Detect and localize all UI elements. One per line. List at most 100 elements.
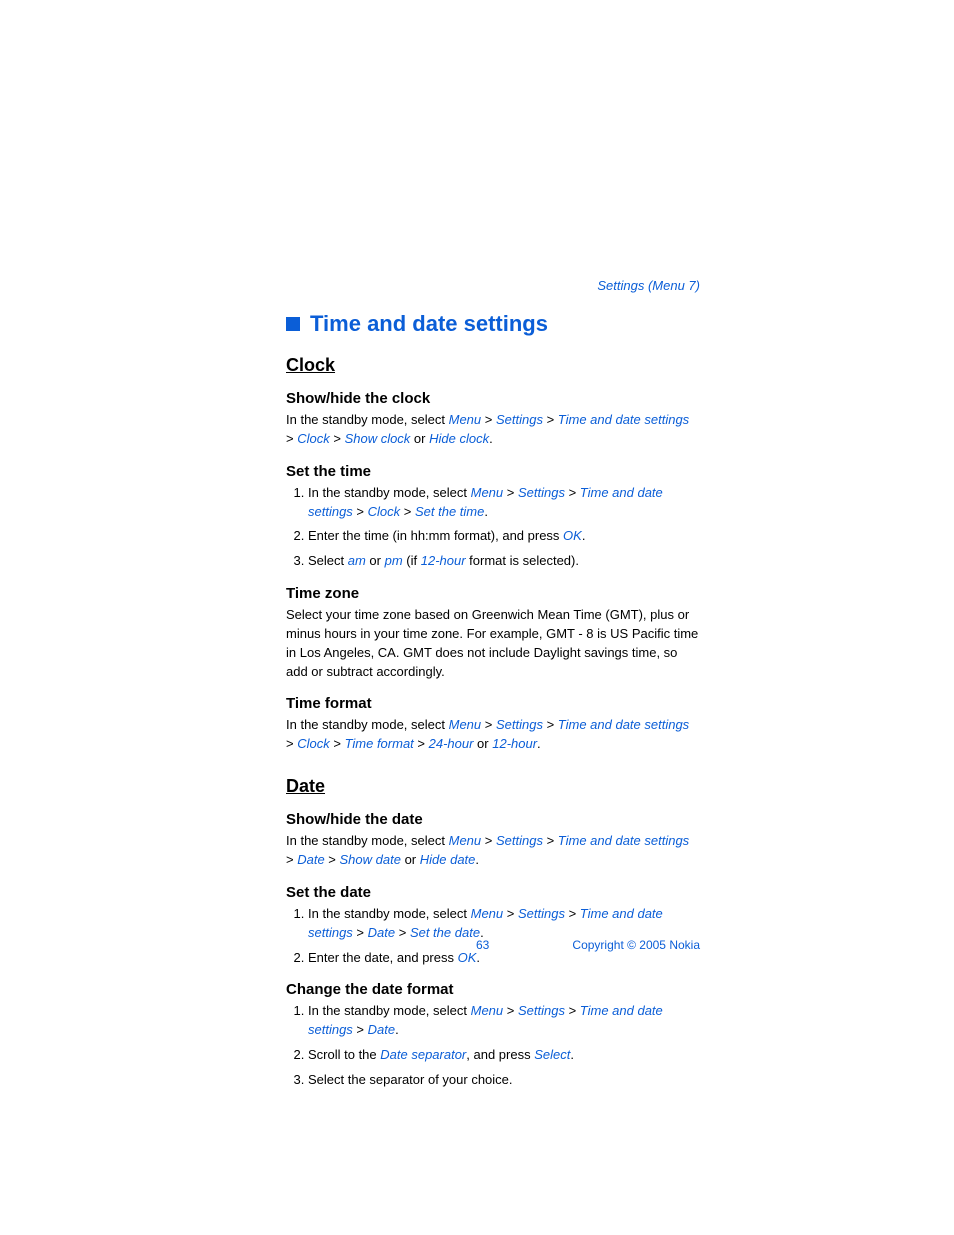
menu-path-item: Settings xyxy=(518,906,565,921)
menu-path-item: Time and date settings xyxy=(558,717,689,732)
step-item: In the standby mode, select Menu > Setti… xyxy=(308,905,700,943)
subheading-time-zone: Time zone xyxy=(286,585,700,602)
text: Select xyxy=(308,553,348,568)
steps-change-date-format: In the standby mode, select Menu > Setti… xyxy=(286,1002,700,1089)
menu-path-item: 12-hour xyxy=(421,553,466,568)
subheading-change-date-format: Change the date format xyxy=(286,981,700,998)
text: . xyxy=(537,736,541,751)
text: . xyxy=(475,852,479,867)
text: format is selected). xyxy=(466,553,579,568)
text: > xyxy=(330,736,345,751)
page-title-row: Time and date settings xyxy=(286,311,700,337)
menu-path-item: Show date xyxy=(340,852,401,867)
para-time-zone: Select your time zone based on Greenwich… xyxy=(286,606,700,681)
text: In the standby mode, select xyxy=(286,412,449,427)
page-footer: 63 Copyright © 2005 Nokia xyxy=(286,938,700,952)
copyright-text: Copyright © 2005 Nokia xyxy=(572,938,700,952)
text: In the standby mode, select xyxy=(286,833,449,848)
para-show-hide-date: In the standby mode, select Menu > Setti… xyxy=(286,832,700,870)
steps-set-time: In the standby mode, select Menu > Setti… xyxy=(286,484,700,571)
bullet-square-icon xyxy=(286,317,300,331)
text: > xyxy=(481,833,496,848)
step-item: In the standby mode, select Menu > Setti… xyxy=(308,484,700,522)
menu-path-item: Date xyxy=(368,1022,395,1037)
subheading-set-date: Set the date xyxy=(286,884,700,901)
menu-path-item: Settings xyxy=(496,412,543,427)
text: > xyxy=(353,1022,368,1037)
text: , and press xyxy=(466,1047,534,1062)
text: . xyxy=(582,528,586,543)
text: > xyxy=(400,504,415,519)
text: . xyxy=(570,1047,574,1062)
text: > xyxy=(481,412,496,427)
para-time-format: In the standby mode, select Menu > Setti… xyxy=(286,716,700,754)
menu-path-item: Menu xyxy=(449,412,482,427)
steps-set-date: In the standby mode, select Menu > Setti… xyxy=(286,905,700,968)
text: In the standby mode, select xyxy=(308,906,471,921)
menu-path-item: Settings xyxy=(518,1003,565,1018)
text: . xyxy=(484,504,488,519)
menu-path-item: 12-hour xyxy=(492,736,537,751)
menu-path-item: Clock xyxy=(297,736,330,751)
text: In the standby mode, select xyxy=(286,717,449,732)
menu-path-item: pm xyxy=(385,553,403,568)
text: > xyxy=(543,412,558,427)
text: (if xyxy=(403,553,421,568)
para-show-hide-clock: In the standby mode, select Menu > Setti… xyxy=(286,411,700,449)
text: > xyxy=(565,485,580,500)
text: > xyxy=(543,833,558,848)
menu-path-item: Hide clock xyxy=(429,431,489,446)
text: Enter the time (in hh:mm format), and pr… xyxy=(308,528,563,543)
menu-path-item: 24-hour xyxy=(429,736,474,751)
text: > xyxy=(565,1003,580,1018)
menu-path-item: Time format xyxy=(345,736,414,751)
step-item: Select am or pm (if 12-hour format is se… xyxy=(308,552,700,571)
section-heading-date: Date xyxy=(286,776,700,797)
text: or xyxy=(401,852,420,867)
menu-path-item: am xyxy=(348,553,366,568)
menu-path-item: Date xyxy=(297,852,324,867)
text: > xyxy=(353,504,368,519)
menu-path-item: Time and date settings xyxy=(558,833,689,848)
menu-path-item: OK xyxy=(563,528,582,543)
step-item: Scroll to the Date separator, and press … xyxy=(308,1046,700,1065)
menu-path-item: Menu xyxy=(449,717,482,732)
menu-path-item: Clock xyxy=(297,431,330,446)
document-page: Settings (Menu 7) Time and date settings… xyxy=(0,0,954,1090)
menu-path-item: Settings xyxy=(496,717,543,732)
menu-path-item: Set the time xyxy=(415,504,484,519)
text: > xyxy=(481,717,496,732)
text: In the standby mode, select xyxy=(308,485,471,500)
text: . xyxy=(489,431,493,446)
text: or xyxy=(410,431,429,446)
menu-path-item: Select xyxy=(534,1047,570,1062)
text: . xyxy=(395,1022,399,1037)
text: or xyxy=(366,553,385,568)
text: > xyxy=(503,906,518,921)
step-item: In the standby mode, select Menu > Setti… xyxy=(308,1002,700,1040)
menu-path-item: Settings xyxy=(518,485,565,500)
header-breadcrumb: Settings (Menu 7) xyxy=(286,278,700,293)
subheading-set-time: Set the time xyxy=(286,463,700,480)
menu-path-item: Date separator xyxy=(380,1047,466,1062)
menu-path-item: Menu xyxy=(471,1003,504,1018)
text: > xyxy=(286,852,297,867)
subheading-show-hide-clock: Show/hide the clock xyxy=(286,390,700,407)
subheading-time-format: Time format xyxy=(286,695,700,712)
text: Scroll to the xyxy=(308,1047,380,1062)
section-heading-clock: Clock xyxy=(286,355,700,376)
menu-path-item: Menu xyxy=(449,833,482,848)
text: In the standby mode, select xyxy=(308,1003,471,1018)
menu-path-item: Menu xyxy=(471,906,504,921)
text: > xyxy=(286,431,297,446)
text: > xyxy=(286,736,297,751)
text: or xyxy=(473,736,492,751)
menu-path-item: Menu xyxy=(471,485,504,500)
text: > xyxy=(330,431,345,446)
page-number: 63 xyxy=(476,938,489,952)
menu-path-item: Clock xyxy=(368,504,401,519)
text: > xyxy=(414,736,429,751)
menu-path-item: Hide date xyxy=(420,852,476,867)
text: > xyxy=(503,485,518,500)
step-item: Enter the time (in hh:mm format), and pr… xyxy=(308,527,700,546)
